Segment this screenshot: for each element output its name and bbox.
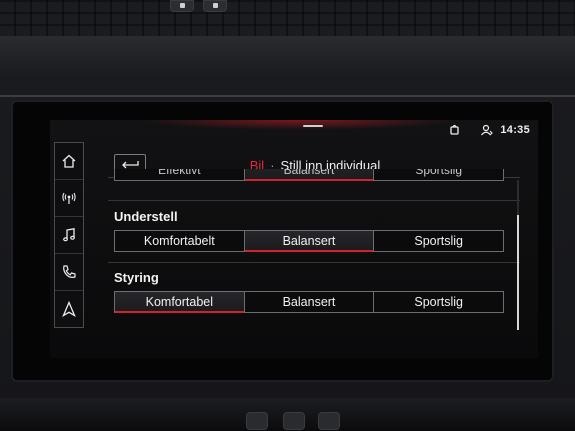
nav-navigation[interactable]	[55, 291, 83, 327]
vent-control-knob	[170, 0, 194, 12]
section-title-understell: Understell	[114, 209, 178, 224]
vent-control-knob	[203, 0, 227, 12]
clock: 14:35	[500, 124, 530, 136]
climate-button	[283, 412, 305, 430]
nav-media[interactable]	[55, 217, 83, 254]
option-balansert[interactable]: Balansert	[243, 230, 375, 252]
status-bar: 14:35	[450, 122, 530, 138]
climate-button	[318, 412, 340, 430]
phone-icon	[63, 265, 76, 278]
lower-climate-panel	[0, 398, 575, 431]
nav-phone[interactable]	[55, 254, 83, 291]
section-divider	[108, 262, 520, 263]
option-effektivt[interactable]: Effektivt	[114, 169, 245, 181]
option-balansert[interactable]: Balansert	[243, 291, 375, 313]
radio-icon	[62, 192, 76, 204]
dashboard-vent-trim	[0, 0, 575, 36]
screen-glow	[140, 120, 460, 130]
pull-down-handle[interactable]	[303, 125, 323, 127]
bezel-trim-line	[0, 95, 575, 97]
section-title-styring: Styring	[114, 270, 159, 285]
option-komfortabel[interactable]: Komfortabel	[114, 291, 245, 313]
styring-segmented-control: Komfortabel Balansert Sportslig	[114, 291, 505, 313]
climate-button	[246, 412, 268, 430]
navigation-arrow-icon	[62, 301, 76, 317]
nav-radio[interactable]	[55, 180, 83, 217]
scrollbar-thumb[interactable]	[517, 215, 519, 330]
infotainment-display: 14:35 Bil · Still inn individual Effekti…	[11, 100, 554, 382]
option-sportslig[interactable]: Sportslig	[373, 230, 505, 252]
wireless-connection-icon	[450, 124, 474, 136]
option-komfortabelt[interactable]: Komfortabelt	[114, 230, 245, 252]
nav-home[interactable]	[55, 143, 83, 180]
option-sportslig[interactable]: Sportslig	[373, 291, 505, 313]
music-note-icon	[63, 228, 75, 242]
option-balansert[interactable]: Balansert	[243, 169, 375, 181]
nav-rail	[54, 142, 84, 328]
efficiency-segmented-control: Effektivt Balansert Sportslig	[114, 169, 504, 181]
infotainment-screen: 14:35 Bil · Still inn individual Effekti…	[50, 120, 538, 358]
section-divider	[108, 200, 520, 201]
user-profile-icon	[480, 124, 494, 136]
option-sportslig[interactable]: Sportslig	[373, 169, 504, 181]
understell-segmented-control: Komfortabelt Balansert Sportslig	[114, 230, 505, 252]
home-icon	[62, 154, 76, 168]
